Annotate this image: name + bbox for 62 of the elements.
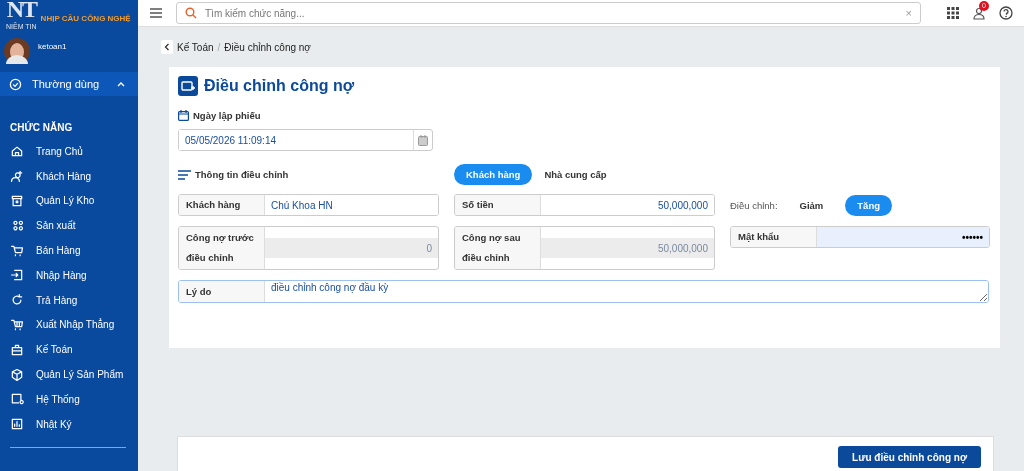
- sidebar-item[interactable]: Bán Hàng: [0, 238, 138, 263]
- sidebar-item[interactable]: Hệ Thống: [0, 386, 138, 412]
- sidebar-item[interactable]: Quản Lý Kho: [0, 188, 138, 214]
- logo-tagline: NHỊP CẦU CÔNG NGHỆ: [40, 13, 131, 23]
- input-group[interactable]: Mật khẩu ••••••: [730, 226, 990, 248]
- page-title: Điều chỉnh công nợ: [204, 77, 355, 95]
- menu-item-icon: [10, 417, 24, 432]
- sidebar-item[interactable]: Trả Hàng: [0, 287, 138, 313]
- save-button[interactable]: Lưu điều chỉnh công nợ: [838, 446, 981, 468]
- sidebar-item[interactable]: Trang Chủ: [0, 139, 138, 164]
- breadcrumb-link[interactable]: Kế Toán: [177, 41, 214, 53]
- sidebar-item[interactable]: Nhập Hàng: [0, 263, 138, 288]
- sidebar-item[interactable]: Kế Toán: [0, 337, 138, 363]
- apps-grid-icon[interactable]: [947, 7, 959, 19]
- field-label: Lý do: [179, 281, 265, 302]
- field-label: Ngày lập phiếu: [193, 110, 261, 121]
- input-group[interactable]: Số tiền 50,000,000: [454, 194, 715, 216]
- menu-item-icon: [10, 268, 24, 283]
- sidebar-item[interactable]: Nhật Ký: [0, 411, 138, 437]
- section-title: Thông tin điều chỉnh: [195, 169, 289, 180]
- adjustment-label: Điều chỉnh:: [730, 199, 778, 211]
- menu-item-icon: [10, 243, 24, 258]
- user-icon[interactable]: [973, 6, 985, 20]
- avatar[interactable]: [4, 38, 30, 64]
- menu-item-icon: [10, 342, 24, 357]
- field-label: Mật khẩu: [731, 227, 817, 247]
- align-left-icon: [178, 169, 191, 180]
- menu-item-icon: [10, 317, 24, 332]
- sidebar-item[interactable]: Sản xuất: [0, 213, 138, 239]
- back-button[interactable]: [161, 40, 173, 54]
- field-label: Số tiền: [455, 195, 541, 215]
- search-icon: [185, 7, 197, 19]
- help-icon[interactable]: [999, 6, 1013, 20]
- menu-item-icon: [10, 194, 24, 208]
- field-label: Công nợ trước điều chỉnh: [179, 227, 265, 269]
- sidebar-item[interactable]: Xuất Nhập Thẳng: [0, 312, 138, 338]
- input-group[interactable]: Lý do điều chỉnh công nợ đầu kỳ: [178, 280, 989, 303]
- field-label: Khách hàng: [179, 195, 265, 215]
- menu-item-icon: [10, 218, 24, 233]
- menu-item-icon: [10, 367, 24, 382]
- logo-mark: NT: [6, 0, 36, 22]
- toggle-option[interactable]: Giảm: [787, 194, 836, 216]
- calendar-icon: [178, 110, 189, 121]
- password-field[interactable]: ••••••: [817, 227, 989, 247]
- field-label: Công nợ sau điều chỉnh: [455, 227, 541, 269]
- menu-item-icon: [10, 169, 24, 184]
- menu-item-icon: [10, 293, 24, 308]
- favorites-menu[interactable]: Thường dùng: [0, 72, 138, 96]
- section-heading: CHỨC NĂNG: [10, 122, 74, 133]
- sidebar-item[interactable]: Quản Lý Sản Phẩm: [0, 362, 138, 387]
- menu-item-icon: [10, 392, 24, 407]
- menu-item-icon: [10, 144, 24, 159]
- menu-icon[interactable]: [150, 8, 162, 18]
- tab[interactable]: Nhà cung cấp: [532, 164, 619, 185]
- calendar-icon[interactable]: [418, 134, 428, 146]
- breadcrumb-separator: /: [217, 41, 221, 53]
- input-group[interactable]: Khách hàng Chú Khoa HN: [178, 194, 439, 216]
- user-name: ketoan1: [38, 42, 67, 51]
- date-field[interactable]: 05/05/2026 11:09:14: [178, 129, 433, 151]
- breadcrumb-link[interactable]: Điều chỉnh công nợ: [224, 41, 311, 53]
- check-circle-icon: [9, 77, 22, 91]
- sidebar-item[interactable]: Khách Hàng: [0, 163, 138, 189]
